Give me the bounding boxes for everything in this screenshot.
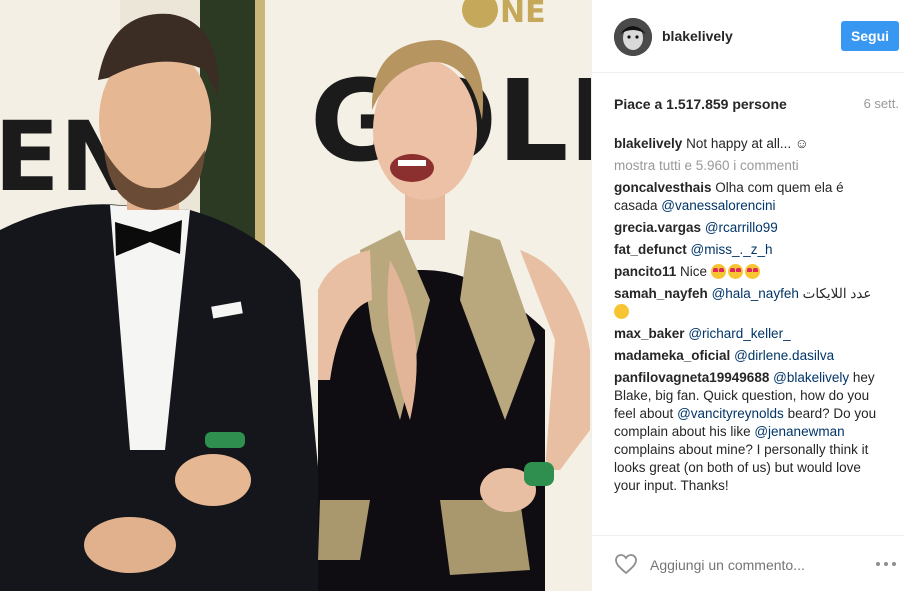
comment-user[interactable]: madameka_oficial [614,348,730,363]
comment: samah_nayfeh @hala_nayfeh عدد اللايكات [614,285,884,321]
heart-eyes-emoji-icon [710,264,726,279]
avatar-image [614,18,652,56]
comment-text-arabic: عدد اللايكات [798,286,872,301]
add-comment-input[interactable] [648,554,852,576]
post-date[interactable]: 6 sett. [864,96,899,111]
mention-link[interactable]: @vancityreynolds [677,406,784,421]
username[interactable]: blakelively [662,28,733,44]
avatar[interactable] [614,18,652,56]
heart-outline-icon[interactable] [614,553,638,575]
heart-eyes-emoji-icon [727,264,743,279]
show-all-comments-link[interactable]: mostra tutti e 5.960 i commenti [614,157,884,175]
mention-link[interactable]: @richard_keller_ [688,326,790,341]
mention-link[interactable]: @vanessalorencini [661,198,775,213]
comment-text: complains about mine? I personally think… [614,442,869,493]
comment: grecia.vargas @rcarrillo99 [614,219,884,237]
comments-list: blakelively Not happy at all... ☺ mostra… [614,135,884,499]
mention-link[interactable]: @miss_._z_h [691,242,773,257]
comment-user[interactable]: fat_defunct [614,242,687,257]
heart-eyes-emoji-icon [744,264,760,279]
comment: fat_defunct @miss_._z_h [614,241,884,259]
comment-user[interactable]: blakelively [614,136,682,151]
mention-link[interactable]: @blakelively [773,370,849,385]
follow-button[interactable]: Segui [841,21,899,51]
comment-user[interactable]: samah_nayfeh [614,286,708,301]
post-side-panel: blakelively Segui Piace a 1.517.859 pers… [591,0,904,591]
mention-link[interactable]: @hala_nayfeh [712,286,799,301]
backdrop-text-top: NE [500,0,546,30]
comment-user[interactable]: pancito11 [614,264,676,279]
comment-footer [592,535,904,591]
comment-text: Not happy at all... ☺ [682,136,809,151]
comment: panfilovagneta19949688 @blakelively hey … [614,369,884,495]
post-photo[interactable]: EN GOLD NE [0,0,591,591]
ellipsis-icon[interactable] [873,557,899,571]
instagram-post: EN GOLD NE [0,0,904,591]
comment: madameka_oficial @dirlene.dasilva [614,347,884,365]
likes-row: Piace a 1.517.859 persone 6 sett. [614,96,899,114]
mention-link[interactable]: @rcarrillo99 [705,220,778,235]
mention-link[interactable]: @jenanewman [754,424,844,439]
comment-user[interactable]: goncalvesthais [614,180,712,195]
comment-text: Nice [676,264,711,279]
thinking-face-emoji-icon [614,304,629,319]
post-header: blakelively Segui [592,0,904,73]
likes-count[interactable]: Piace a 1.517.859 persone [614,96,787,112]
mention-link[interactable]: @dirlene.dasilva [734,348,834,363]
photo-illustration: EN GOLD NE [0,0,591,591]
comment-user[interactable]: panfilovagneta19949688 [614,370,769,385]
comment: max_baker @richard_keller_ [614,325,884,343]
caption: blakelively Not happy at all... ☺ [614,135,884,153]
comment-user[interactable]: grecia.vargas [614,220,701,235]
comment: goncalvesthais Olha com quem ela é casad… [614,179,884,215]
comment: pancito11 Nice [614,263,884,281]
comment-user[interactable]: max_baker [614,326,685,341]
